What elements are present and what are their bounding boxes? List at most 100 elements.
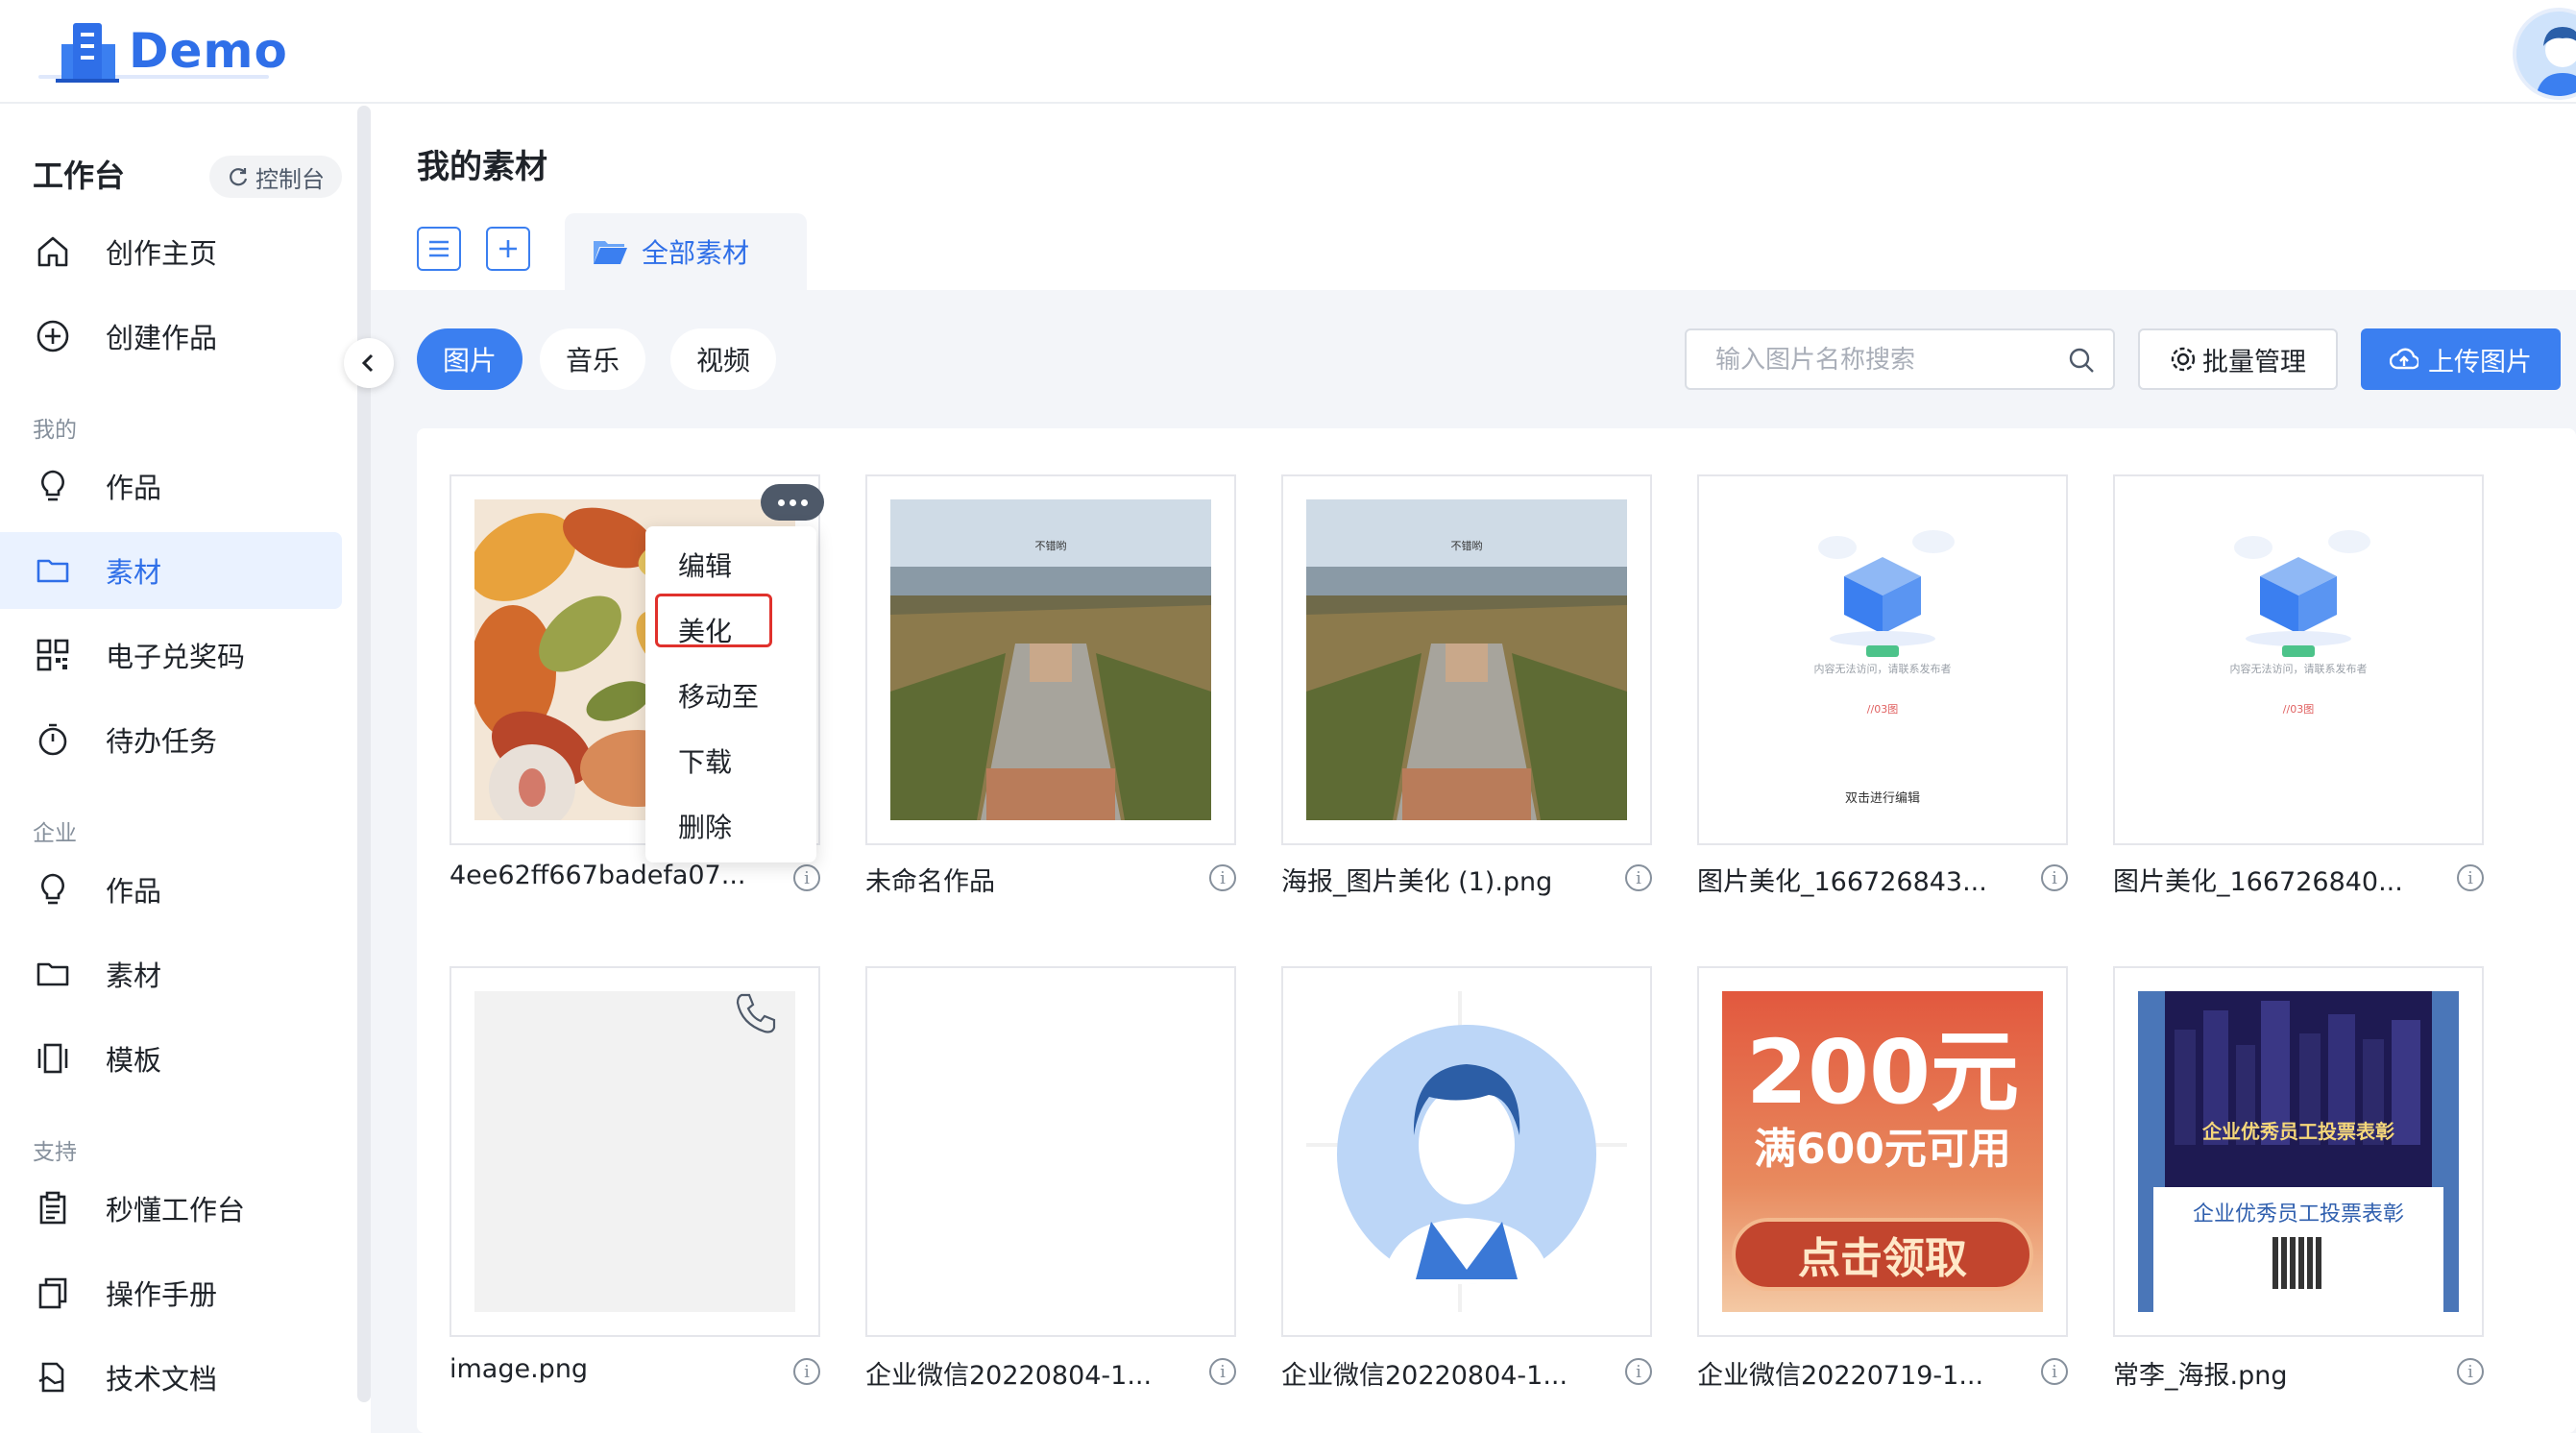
menu-item-delete[interactable]: 删除 (678, 807, 732, 845)
aerial-campus-thumbnail: 不错哟 (1306, 499, 1627, 820)
qr-code-icon (2272, 1237, 2324, 1289)
dot (800, 498, 808, 506)
list-view-button[interactable] (417, 227, 461, 271)
logo[interactable]: Demo (52, 17, 288, 85)
sidebar-item-label: 作品 (106, 875, 162, 908)
user-avatar[interactable] (2513, 8, 2576, 100)
info-icon[interactable]: i (793, 1358, 820, 1385)
thumbnail-caption: 双击进行编辑 (1844, 791, 1920, 806)
card-name: 常李_海报.png (2113, 1361, 2288, 1391)
tab-all-materials[interactable]: 全部素材 (565, 213, 807, 290)
sidebar-item-my-materials[interactable]: 素材 (0, 532, 342, 609)
search-icon[interactable] (2067, 346, 2096, 375)
info-icon[interactable]: i (2457, 1358, 2484, 1385)
add-folder-button[interactable] (486, 227, 530, 271)
sidebar-item-todo[interactable]: 待办任务 (0, 701, 342, 778)
card-name: 未命名作品 (865, 867, 995, 897)
material-card[interactable] (450, 966, 820, 1337)
batch-manage-button[interactable]: 批量管理 (2138, 328, 2338, 390)
thumbnail-caption: 内容无法访问，请联系发布者 (2229, 663, 2368, 675)
lightbulb-icon (35, 468, 71, 504)
sidebar-scrollbar[interactable] (357, 106, 371, 1402)
sidebar-item-label: 电子兑奖码 (106, 641, 246, 673)
sidebar-item-label: 创建作品 (106, 322, 218, 354)
vote-poster-thumbnail: 企业优秀员工投票表彰 企业优秀员工投票表彰 (2138, 991, 2459, 1312)
stopwatch-icon (35, 721, 71, 758)
sidebar-item-ent-works[interactable]: 作品 (0, 851, 342, 928)
sidebar-item-tech-docs[interactable]: 技术文档 (0, 1339, 342, 1416)
thumbnail-caption: 内容无法访问，请联系发布者 (1813, 663, 1952, 675)
home-icon (35, 233, 71, 270)
folder-open-icon (592, 237, 628, 266)
thumbnail-caption: //03图 (2282, 703, 2315, 716)
info-icon[interactable]: i (1209, 864, 1236, 891)
card-name: 图片美化_166726843... (1697, 867, 1987, 897)
info-icon[interactable]: i (2041, 864, 2068, 891)
sidebar-item-create-home[interactable]: 创作主页 (0, 213, 342, 290)
material-card[interactable] (865, 966, 1236, 1337)
sidebar-item-create-work[interactable]: 创建作品 (0, 298, 342, 375)
template-icon (35, 1040, 71, 1077)
console-button[interactable]: 控制台 (209, 156, 342, 198)
sidebar-item-label: 秒懂工作台 (106, 1194, 246, 1227)
poster-title: 企业优秀员工投票表彰 (2192, 1202, 2404, 1227)
menu-item-move-to[interactable]: 移动至 (678, 676, 759, 715)
card-name: image.png (450, 1354, 589, 1384)
top-bar: Demo (0, 0, 2576, 104)
card-caption: 企业微信20220719-1... i (1697, 1354, 2068, 1393)
info-icon[interactable]: i (1625, 1358, 1652, 1385)
collapse-sidebar-button[interactable] (344, 338, 394, 388)
material-card[interactable]: 内容无法访问，请联系发布者 //03图 (2113, 474, 2484, 845)
material-card[interactable]: 200元 满600元可用 点击领取 (1697, 966, 2068, 1337)
sidebar-item-templates[interactable]: 模板 (0, 1020, 342, 1097)
blank-image-thumbnail (890, 991, 1211, 1312)
coupon-amount: 200元 (1745, 1021, 2020, 1124)
more-options-button[interactable] (761, 484, 824, 521)
document-hand-icon (35, 1359, 71, 1396)
sidebar-item-redeem-code[interactable]: 电子兑奖码 (0, 617, 342, 693)
card-caption: 企业微信20220804-1... i (1281, 1354, 1652, 1393)
card-name: 企业微信20220804-1... (865, 1361, 1153, 1391)
console-label: 控制台 (255, 165, 325, 193)
sidebar-item-manual[interactable]: 操作手册 (0, 1254, 342, 1331)
material-card[interactable] (1281, 966, 1652, 1337)
poster-city-banner: 企业优秀员工投票表彰 (2165, 991, 2432, 1187)
sidebar-item-quick-guide[interactable]: 秒懂工作台 (0, 1170, 342, 1247)
menu-item-edit[interactable]: 编辑 (678, 546, 732, 584)
phone-icon (734, 991, 778, 1039)
menu-item-beautify[interactable]: 美化 (678, 611, 732, 649)
sidebar-header: 工作台 (33, 152, 125, 196)
card-name: 4ee62ff667badefa07... (450, 861, 746, 890)
poster-banner-title: 企业优秀员工投票表彰 (2202, 1120, 2394, 1143)
info-icon[interactable]: i (793, 864, 820, 891)
cloud-upload-icon (2390, 348, 2418, 370)
logo-text: Demo (129, 23, 288, 79)
search-input[interactable] (1715, 342, 2061, 378)
info-icon[interactable]: i (1209, 1358, 1236, 1385)
info-icon[interactable]: i (2041, 1358, 2068, 1385)
tab-music[interactable]: 音乐 (540, 328, 645, 390)
batch-manage-label: 批量管理 (2202, 347, 2306, 377)
coupon-claim-label: 点击领取 (1798, 1234, 1967, 1283)
card-caption: 图片美化_166726843... i (1697, 861, 2068, 899)
menu-item-download[interactable]: 下载 (678, 741, 732, 780)
folder-icon (35, 956, 71, 992)
info-icon[interactable]: i (1625, 864, 1652, 891)
info-icon[interactable]: i (2457, 864, 2484, 891)
sidebar-item-ent-materials[interactable]: 素材 (0, 935, 342, 1012)
tab-images[interactable]: 图片 (417, 328, 522, 390)
material-card[interactable]: 内容无法访问，请联系发布者 //03图 双击进行编辑 (1697, 474, 2068, 845)
material-card[interactable]: 不错哟 (865, 474, 1236, 845)
main-header: 我的素材 全部素材 (371, 106, 2576, 290)
material-card[interactable]: 企业优秀员工投票表彰 企业优秀员工投票表彰 (2113, 966, 2484, 1337)
material-card[interactable]: 不错哟 (1281, 474, 1652, 845)
sidebar-section-support: 支持 (33, 1140, 77, 1165)
upload-image-button[interactable]: 上传图片 (2361, 328, 2561, 390)
thumbnail-caption: 不错哟 (1450, 540, 1483, 552)
card-caption: 未命名作品 i (865, 861, 1236, 899)
card-caption: 海报_图片美化 (1).png i (1281, 861, 1652, 899)
empty-box-thumbnail: 内容无法访问，请联系发布者 //03图 (2138, 499, 2459, 820)
context-menu: 编辑 美化 移动至 下载 删除 (645, 526, 816, 862)
tab-video[interactable]: 视频 (670, 328, 776, 390)
sidebar-item-my-works[interactable]: 作品 (0, 448, 342, 524)
